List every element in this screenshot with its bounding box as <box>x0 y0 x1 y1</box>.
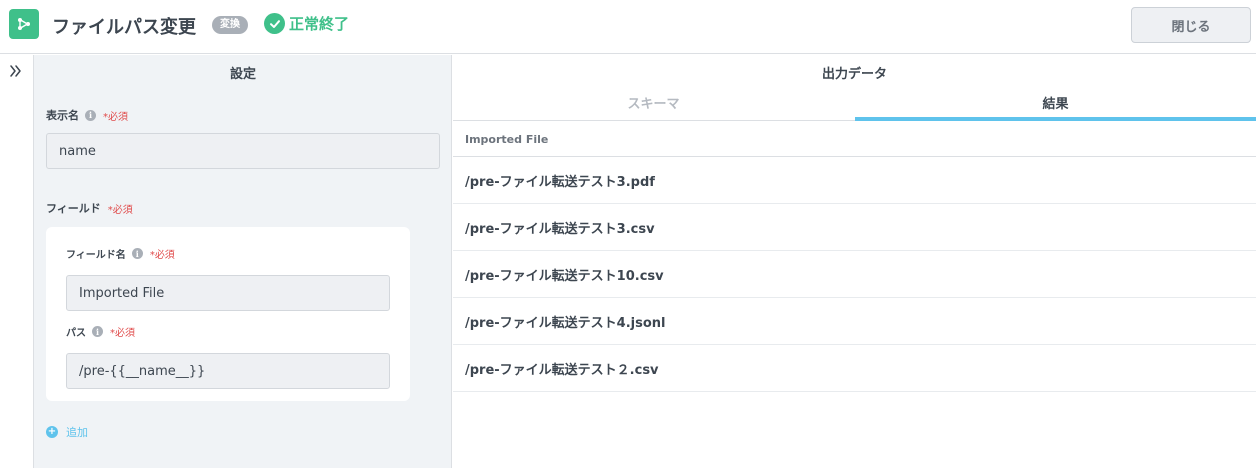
add-label: 追加 <box>66 426 88 439</box>
table-row: /pre-ファイル転送テスト4.jsonl <box>453 298 1256 345</box>
field-name-label: フィールド名 <box>66 250 126 261</box>
required-marker: *必須 <box>107 204 133 216</box>
column-header: Imported File <box>465 133 549 146</box>
path-label: パス <box>66 328 86 339</box>
app-window: ファイルパス変更 変換 正常終了 閉じる 設定 表示名 i *必須 name フ… <box>0 0 1256 468</box>
field-name-label-row: フィールド名 i *必須 <box>66 246 175 261</box>
required-marker: *必須 <box>149 250 175 261</box>
table-row: /pre-ファイル転送テスト3.pdf <box>453 157 1256 204</box>
path-label-row: パス i *必須 <box>66 324 135 339</box>
display-name-input[interactable]: name <box>46 133 440 169</box>
output-panel: 出力データ スキーマ 結果 Imported File /pre-ファイル転送テ… <box>453 55 1256 468</box>
page-title: ファイルパス変更 <box>52 17 196 38</box>
status-indicator: 正常終了 <box>264 13 349 34</box>
flow-branch-icon <box>9 9 39 39</box>
info-icon[interactable]: i <box>131 248 143 259</box>
required-marker: *必須 <box>103 111 128 123</box>
settings-title: 設定 <box>229 67 256 82</box>
required-marker: *必須 <box>110 328 135 339</box>
display-name-label: 表示名 <box>46 109 79 122</box>
active-tab-indicator <box>855 117 1256 121</box>
table-row: /pre-ファイル転送テスト２.csv <box>453 345 1256 392</box>
close-button[interactable]: 閉じる <box>1131 7 1251 43</box>
tab-schema[interactable]: スキーマ <box>453 93 854 121</box>
table-row: /pre-ファイル転送テスト10.csv <box>453 251 1256 298</box>
field-card: フィールド名 i *必須 Imported File パス i *必須 /pre… <box>46 227 410 401</box>
fields-label: フィールド <box>46 202 101 215</box>
side-rail <box>0 55 34 468</box>
fields-label-row: フィールド *必須 <box>46 200 133 216</box>
field-name-input[interactable]: Imported File <box>66 275 390 311</box>
status-text: 正常終了 <box>289 15 350 33</box>
plus-circle-icon: + <box>46 426 58 438</box>
double-chevron-right-icon[interactable] <box>8 63 24 79</box>
path-input[interactable]: /pre-{{__name__}} <box>66 353 390 389</box>
info-icon[interactable]: i <box>92 326 103 337</box>
check-circle-icon <box>264 13 285 34</box>
table-row: /pre-ファイル転送テスト3.csv <box>453 204 1256 251</box>
header-bar: ファイルパス変更 変換 正常終了 閉じる <box>0 0 1256 54</box>
info-icon[interactable]: i <box>85 109 96 121</box>
settings-panel: 設定 表示名 i *必須 name フィールド *必須 フィールド名 i *必須… <box>34 55 452 468</box>
type-badge: 変換 <box>212 16 248 34</box>
output-title: 出力データ <box>821 67 887 82</box>
display-name-label-row: 表示名 i *必須 <box>46 107 128 123</box>
add-field-button[interactable]: + 追加 <box>46 424 88 440</box>
